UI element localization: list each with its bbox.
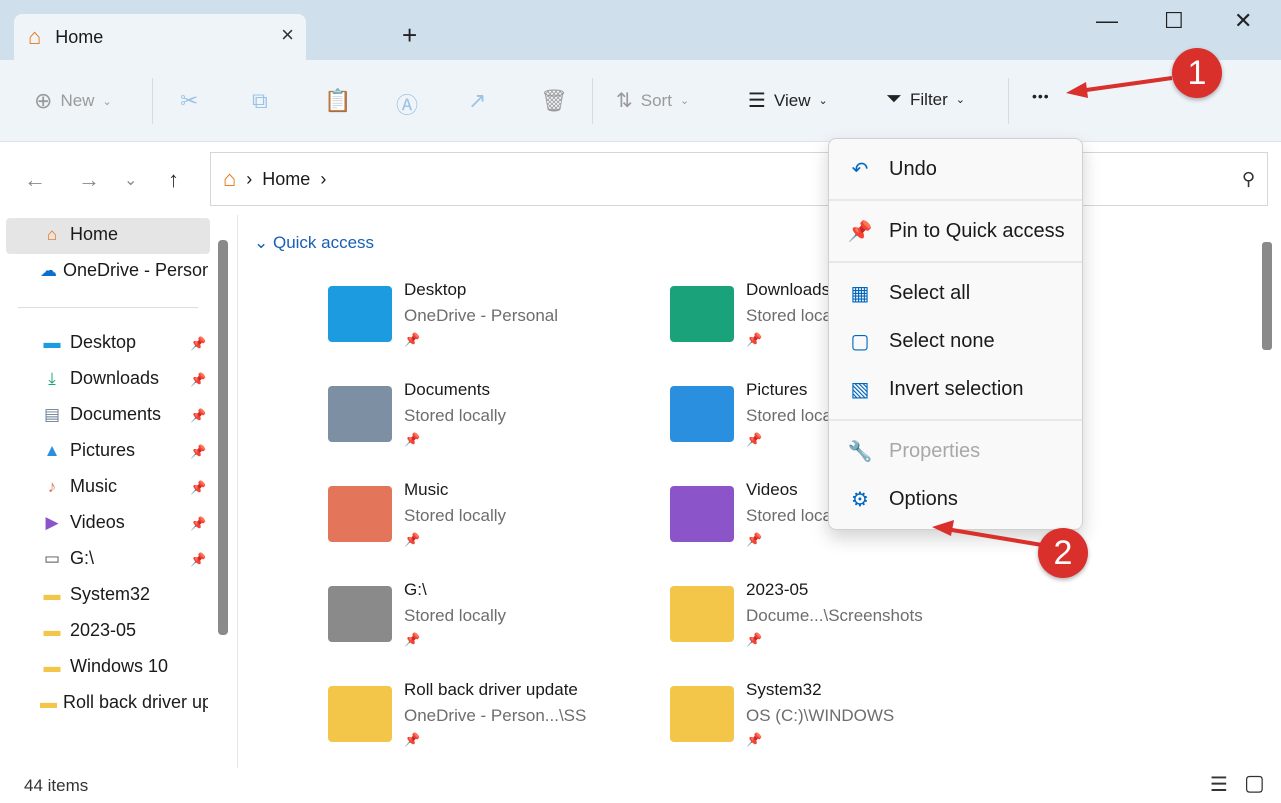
annotation-badge-1: 1 bbox=[1172, 48, 1222, 98]
annotation-arrow-1 bbox=[1071, 76, 1173, 94]
arrowhead bbox=[1066, 82, 1088, 98]
annotation-badge-2: 2 bbox=[1038, 528, 1088, 578]
annotation-arrows bbox=[932, 76, 1173, 547]
annotation-arrow-2 bbox=[939, 526, 1043, 547]
arrowhead bbox=[932, 520, 954, 536]
